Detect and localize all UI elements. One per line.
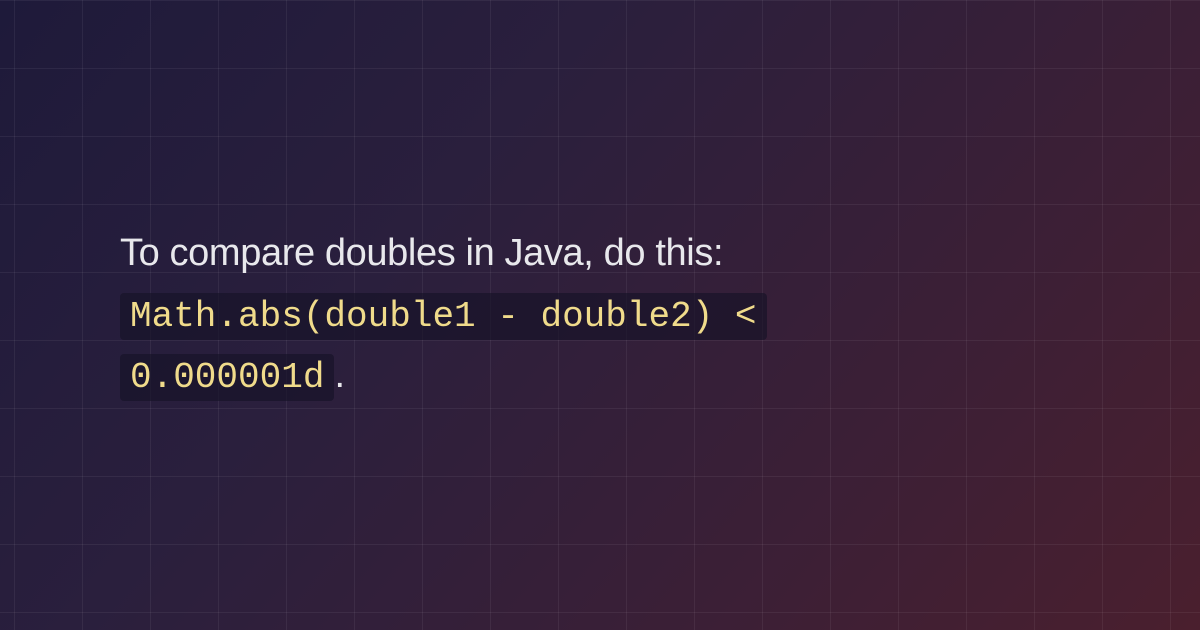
main-content: To compare doubles in Java, do this: Mat… [0, 223, 887, 407]
text-block: To compare doubles in Java, do this: Mat… [120, 223, 767, 407]
code-snippet-line1: Math.abs(double1 - double2) < [120, 293, 767, 340]
intro-text: To compare doubles in Java, do this: [120, 232, 723, 274]
code-snippet-line2: 0.000001d [120, 354, 334, 401]
trailing-period: . [334, 354, 344, 396]
